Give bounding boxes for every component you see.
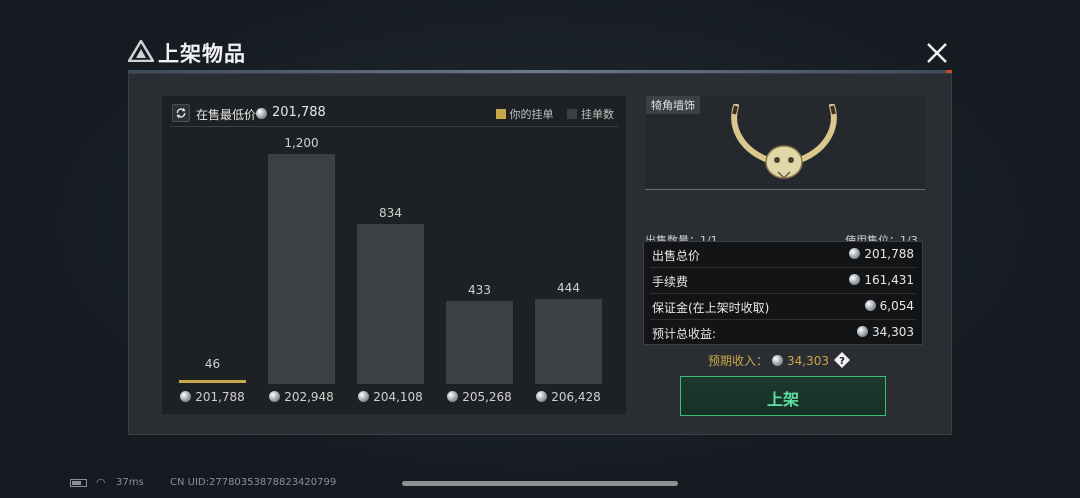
chart-bar[interactable] <box>446 301 513 384</box>
dialog-header: 上架物品 <box>118 36 958 70</box>
summary-value: 201,788 <box>849 247 914 261</box>
coin-icon <box>180 391 192 402</box>
chart-bar[interactable] <box>357 224 424 384</box>
bar-value-label: 433 <box>468 283 491 297</box>
price-summary: 出售总价 201,788 手续费 161,431 保证金(在上架时收取) 6,0… <box>643 241 923 345</box>
summary-amount: 201,788 <box>864 247 914 261</box>
chart-bar[interactable] <box>268 154 335 384</box>
chart-legend: 你的挂单 挂单数 <box>486 106 614 122</box>
coin-icon <box>864 300 876 311</box>
expected-income-label: 预期收入： <box>708 354 769 368</box>
bar-value-label: 834 <box>379 206 402 221</box>
legend-item-mine: 你的挂单 <box>495 108 554 121</box>
coin-icon <box>849 248 861 259</box>
summary-label: 保证金(在上架时收取) <box>652 301 770 315</box>
summary-amount: 34,303 <box>872 325 914 339</box>
price-tick-text: 205,268 <box>462 390 512 404</box>
battery-icon <box>70 479 87 487</box>
wifi-icon: ◠ <box>96 476 106 489</box>
help-icon[interactable]: ? <box>833 351 851 369</box>
expected-income: 预期收入： 34,303 <box>708 352 829 369</box>
coin-icon <box>857 326 868 337</box>
price-tick-label: 202,948 <box>257 390 347 404</box>
bar-value-label: 444 <box>557 280 580 295</box>
item-name: 犄角墙饰 <box>646 96 700 114</box>
refresh-icon[interactable] <box>172 104 190 122</box>
bar-value-label: 46 <box>204 357 221 372</box>
summary-row-deposit: 保证金(在上架时收取) 6,054 <box>644 294 922 319</box>
my-listing-bar <box>179 380 246 383</box>
coin-icon <box>269 391 281 402</box>
lowest-price-value: 201,788 <box>272 105 326 120</box>
coin-icon <box>849 274 861 285</box>
price-chart: 在售最低价 201,788 你的挂单 挂单数 46 201,788 1,200 202… <box>162 96 626 414</box>
bar-value-label: 1,200 <box>284 136 319 150</box>
legend-swatch-count <box>567 109 577 119</box>
coin-icon <box>358 391 370 402</box>
summary-value: 34,303 <box>857 325 914 339</box>
chart-plot-area: 46 201,788 1,200 202,948 834 204,108 433 205,26… <box>162 130 626 414</box>
legend-label-count: 挂单数 <box>581 108 614 121</box>
summary-label: 出售总价 <box>652 249 701 263</box>
price-tick-label: 206,428 <box>524 390 614 404</box>
coin-icon <box>256 108 267 119</box>
expected-income-value: 34,303 <box>787 354 830 368</box>
close-icon[interactable] <box>924 40 950 66</box>
coin-icon <box>772 355 784 366</box>
lowest-price-label: 在售最低价 <box>196 108 257 122</box>
summary-row-fee: 手续费 161,431 <box>644 268 922 293</box>
logo-icon <box>128 40 154 62</box>
coin-icon <box>536 391 548 402</box>
legend-swatch-mine <box>495 109 506 119</box>
summary-value: 161,431 <box>849 273 914 287</box>
price-tick-label: 201,788 <box>168 390 258 404</box>
price-tick-text: 206,428 <box>551 390 601 404</box>
svg-text:?: ? <box>839 356 845 367</box>
coin-icon <box>447 391 459 402</box>
price-tick-label: 204,108 <box>346 390 436 404</box>
summary-label: 预计总收益: <box>652 327 717 341</box>
summary-amount: 161,431 <box>864 273 914 287</box>
chart-bar[interactable] <box>535 298 602 384</box>
user-uid: CN UID:2778035387882342079​9 <box>170 477 337 488</box>
summary-label: 手续费 <box>652 275 689 289</box>
list-item-button[interactable]: 上架 <box>680 376 886 416</box>
legend-item-count: 挂单数 <box>567 108 614 121</box>
price-tick-text: 204,108 <box>373 390 423 404</box>
list-button-label: 上架 <box>766 390 799 409</box>
horn-wall-decor-image <box>731 104 837 180</box>
summary-row-total: 出售总价 201,788 <box>644 242 922 267</box>
price-tick-label: 205,268 <box>435 390 525 404</box>
summary-amount: 6,054 <box>879 299 914 313</box>
home-indicator[interactable] <box>402 481 678 486</box>
price-tick-text: 202,948 <box>284 390 334 404</box>
chart-toolbar: 在售最低价 201,788 你的挂单 挂单数 <box>170 102 618 127</box>
legend-label-mine: 你的挂单 <box>509 108 554 121</box>
price-tick-text: 201,788 <box>195 390 245 404</box>
summary-value: 6,054 <box>864 299 914 313</box>
ping-value: 37ms <box>116 477 144 488</box>
page-title: 上架物品 <box>158 42 246 66</box>
summary-row-profit: 预计总收益: 34,303 <box>644 320 922 345</box>
